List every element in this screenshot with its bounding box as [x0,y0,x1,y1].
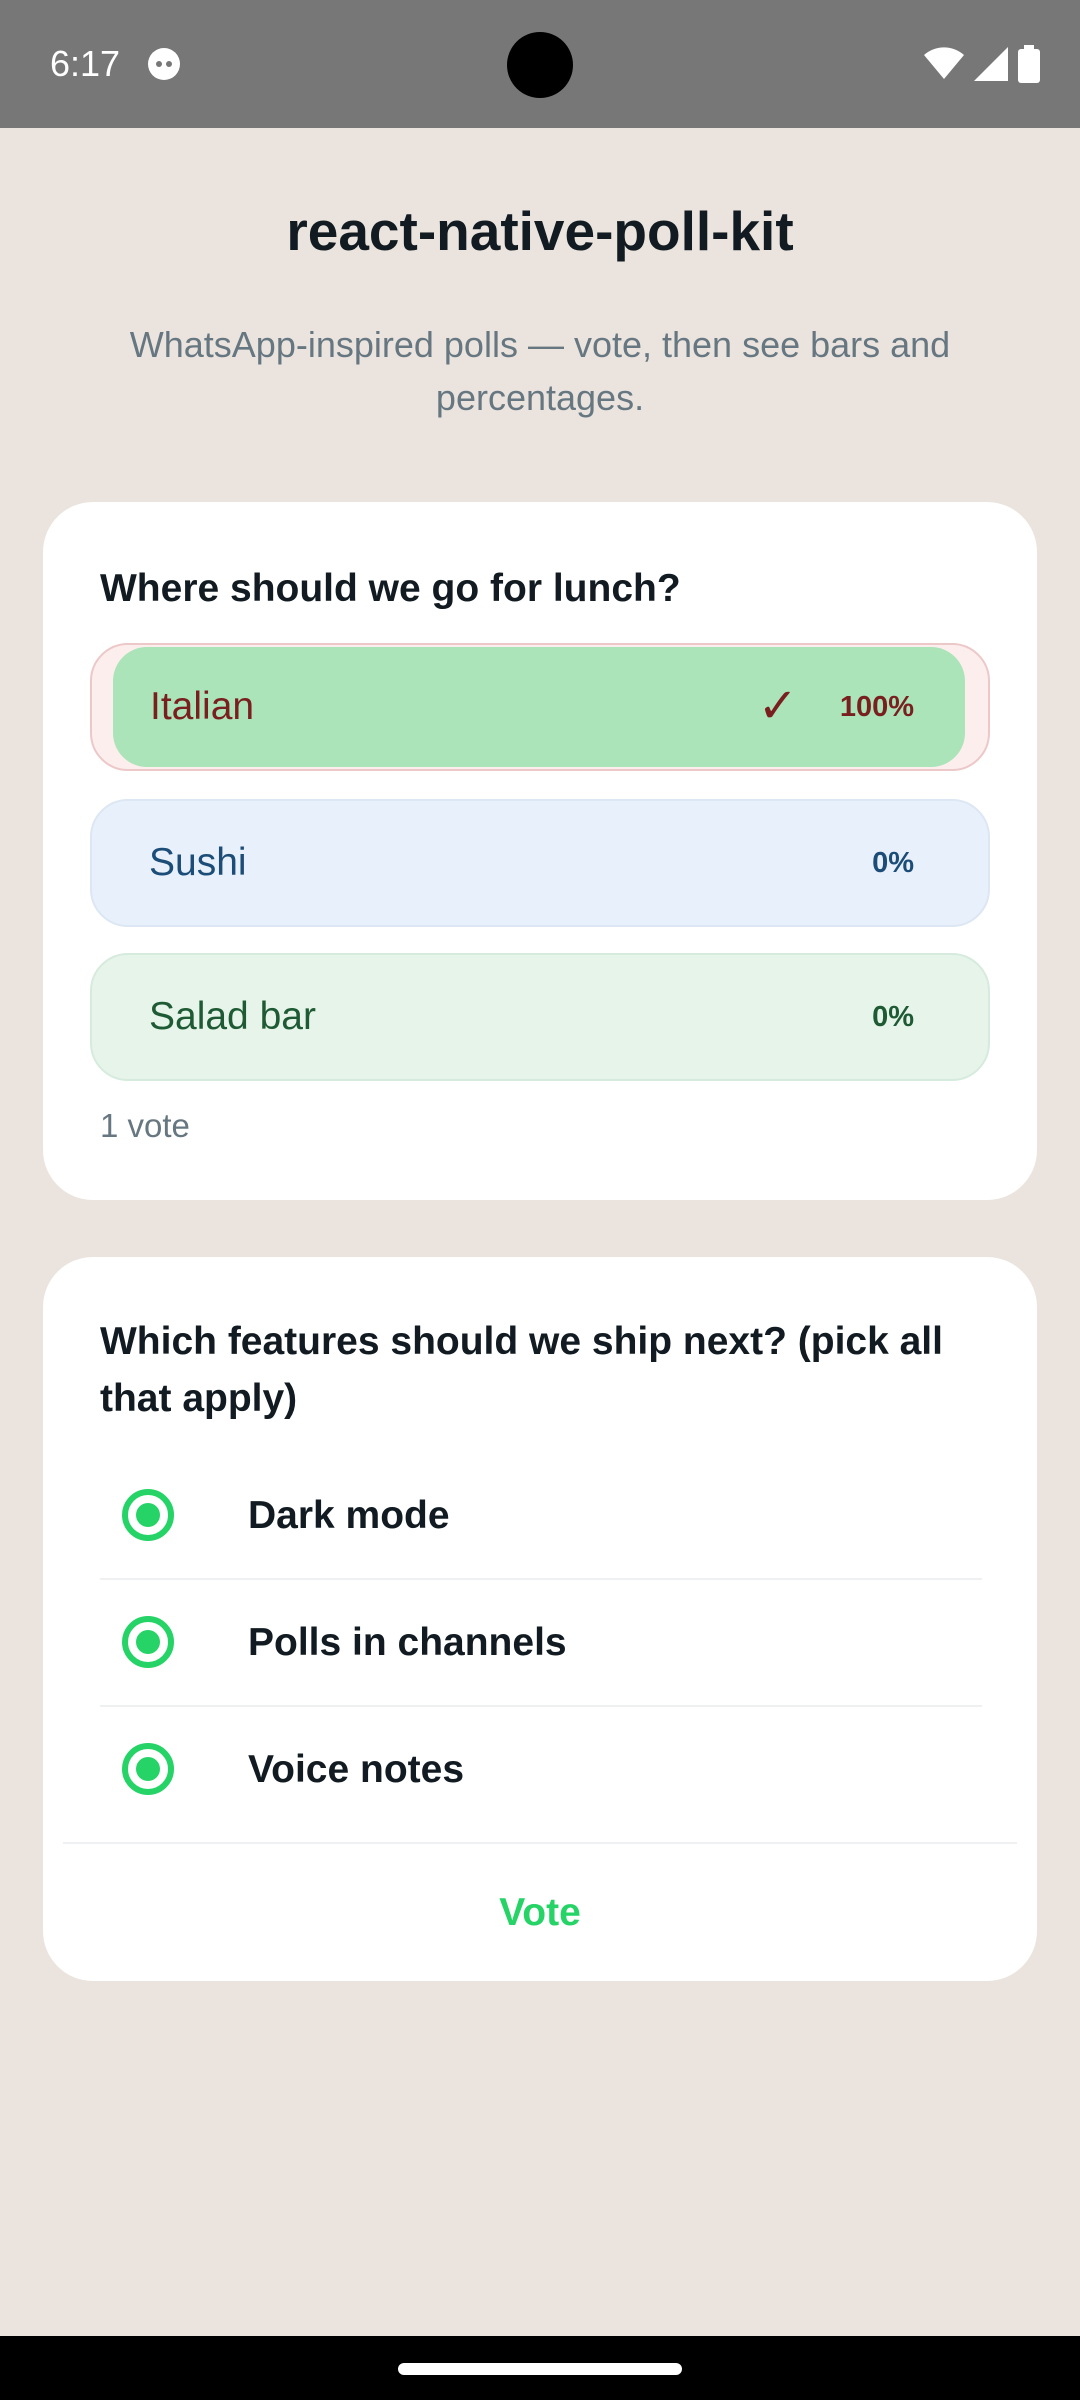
status-time: 6:17 [50,43,121,84]
option-label: Polls in channels [248,1621,567,1664]
vote-count: 1 vote [100,1107,190,1144]
home-indicator[interactable] [398,2363,682,2375]
poll-option-salad-bar[interactable]: Salad bar 0% [90,953,990,1081]
poll-question: Where should we go for lunch? [100,567,681,610]
battery-icon [1018,45,1040,83]
option-percent: 100% [839,691,914,723]
option-percent: 0% [872,1001,914,1033]
selected-radio-icon [122,1489,174,1541]
divider [63,1842,1017,1844]
checkbox-option-dark-mode[interactable]: Dark mode [100,1454,982,1580]
page-subtitle: WhatsApp-inspired polls — vote, then see… [129,324,951,418]
option-label: Sushi [149,841,247,884]
vote-button[interactable]: Vote [43,1845,1037,1981]
poll-option-italian[interactable]: Italian ✓ 100% [90,643,990,771]
selected-radio-icon [122,1616,174,1668]
checkbox-option-voice-notes[interactable]: Voice notes [100,1708,982,1834]
poll-option-sushi[interactable]: Sushi 0% [90,799,990,927]
poll-question: Which features should we ship next? (pic… [100,1320,943,1420]
status-icons [924,44,1040,84]
option-label: Italian [150,685,255,728]
option-percent: 0% [872,847,914,879]
option-label: Dark mode [248,1494,450,1537]
status-bar: 6:17 [0,0,1080,128]
option-label: Voice notes [248,1748,465,1791]
lunch-poll-card: Where should we go for lunch? Italian ✓ … [43,502,1037,1200]
camera-cutout [507,32,573,98]
option-label: Salad bar [149,995,316,1038]
selected-radio-icon [122,1743,174,1795]
checkmark-icon: ✓ [757,680,798,733]
features-poll-card: Which features should we ship next? (pic… [43,1257,1037,1981]
cellular-signal-icon [974,47,1008,81]
checkbox-option-polls-in-channels[interactable]: Polls in channels [100,1581,982,1707]
page-title: react-native-poll-kit [286,200,794,262]
app-notification-icon [148,48,180,80]
wifi-icon [924,47,964,79]
